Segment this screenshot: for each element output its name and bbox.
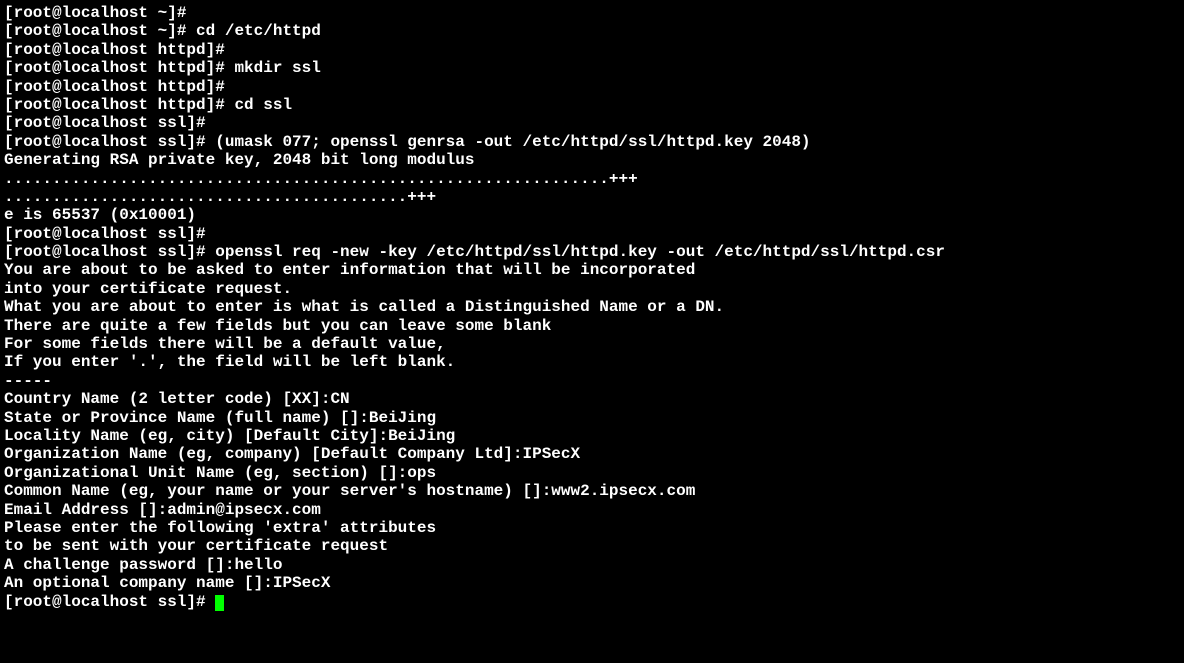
terminal-line: For some fields there will be a default …: [4, 335, 1180, 353]
terminal-line: [root@localhost httpd]#: [4, 41, 1180, 59]
terminal-line: What you are about to enter is what is c…: [4, 298, 1180, 316]
terminal-line: State or Province Name (full name) []:Be…: [4, 409, 1180, 427]
terminal-line: [root@localhost ssl]# (umask 077; openss…: [4, 133, 1180, 151]
terminal-line: Email Address []:admin@ipsecx.com: [4, 501, 1180, 519]
terminal-line: [root@localhost httpd]# mkdir ssl: [4, 59, 1180, 77]
terminal-line: Organization Name (eg, company) [Default…: [4, 445, 1180, 463]
terminal-line: -----: [4, 372, 1180, 390]
cursor-icon: [215, 595, 224, 611]
terminal-line: You are about to be asked to enter infor…: [4, 261, 1180, 279]
terminal-line: Please enter the following 'extra' attri…: [4, 519, 1180, 537]
terminal-line: Country Name (2 letter code) [XX]:CN: [4, 390, 1180, 408]
terminal-line: There are quite a few fields but you can…: [4, 317, 1180, 335]
terminal-line: An optional company name []:IPSecX: [4, 574, 1180, 592]
terminal-line: to be sent with your certificate request: [4, 537, 1180, 555]
terminal-line: [root@localhost ssl]#: [4, 225, 1180, 243]
terminal-line: Organizational Unit Name (eg, section) […: [4, 464, 1180, 482]
terminal-window[interactable]: [root@localhost ~]#[root@localhost ~]# c…: [0, 0, 1184, 615]
terminal-line: Common Name (eg, your name or your serve…: [4, 482, 1180, 500]
terminal-line: [root@localhost ~]#: [4, 4, 1180, 22]
terminal-line: ........................................…: [4, 170, 1180, 188]
terminal-line: Generating RSA private key, 2048 bit lon…: [4, 151, 1180, 169]
terminal-line: ........................................…: [4, 188, 1180, 206]
terminal-line: e is 65537 (0x10001): [4, 206, 1180, 224]
terminal-line: [root@localhost ssl]# openssl req -new -…: [4, 243, 1180, 261]
terminal-line: Locality Name (eg, city) [Default City]:…: [4, 427, 1180, 445]
terminal-line: into your certificate request.: [4, 280, 1180, 298]
terminal-line: If you enter '.', the field will be left…: [4, 353, 1180, 371]
terminal-line: [root@localhost ssl]#: [4, 114, 1180, 132]
terminal-line: A challenge password []:hello: [4, 556, 1180, 574]
terminal-line: [root@localhost ~]# cd /etc/httpd: [4, 22, 1180, 40]
terminal-line: [root@localhost httpd]#: [4, 78, 1180, 96]
terminal-line: [root@localhost ssl]#: [4, 593, 1180, 611]
terminal-line: [root@localhost httpd]# cd ssl: [4, 96, 1180, 114]
